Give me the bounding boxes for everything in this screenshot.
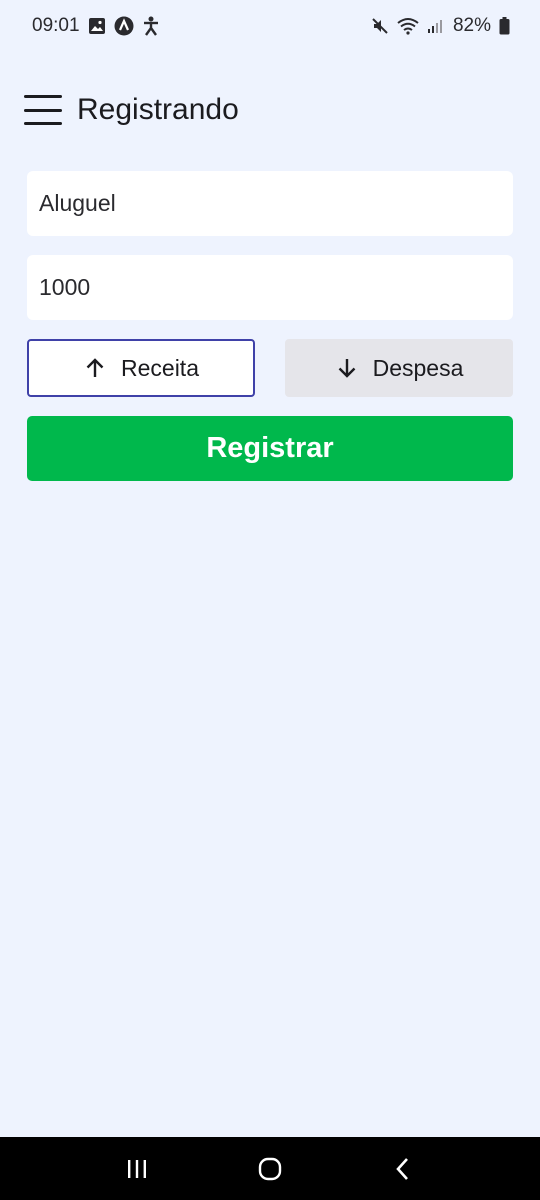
status-bar: 09:01 82% xyxy=(0,0,540,52)
screen: 09:01 82% Registrando Aluguel 1000 Recei… xyxy=(0,0,540,1200)
home-icon[interactable] xyxy=(240,1144,300,1194)
menu-icon[interactable] xyxy=(24,95,62,125)
image-icon xyxy=(88,17,106,35)
mute-icon xyxy=(371,17,389,35)
wifi-icon xyxy=(397,17,419,35)
battery-icon xyxy=(499,17,510,35)
status-right: 82% xyxy=(371,15,510,37)
income-type-label: Receita xyxy=(121,354,199,381)
status-left: 09:01 xyxy=(32,15,160,37)
amount-input[interactable] xyxy=(27,255,513,320)
accessibility-icon xyxy=(142,16,160,36)
arrow-up-icon xyxy=(83,356,107,380)
signal-icon xyxy=(427,18,443,34)
status-time: 09:01 xyxy=(32,15,80,36)
page-title: Registrando xyxy=(77,93,239,126)
battery-percent: 82% xyxy=(452,15,491,36)
expense-type-button[interactable]: Despesa xyxy=(285,339,513,397)
recent-apps-icon[interactable] xyxy=(107,1144,167,1194)
arrow-down-icon xyxy=(335,356,359,380)
app-logo-icon xyxy=(114,16,134,36)
expense-type-label: Despesa xyxy=(372,354,464,381)
description-input[interactable] xyxy=(27,171,513,236)
app-bar: Registrando xyxy=(0,78,540,142)
income-type-button[interactable]: Receita xyxy=(27,339,255,397)
back-icon[interactable] xyxy=(373,1144,433,1194)
register-button[interactable]: Registrar xyxy=(27,416,513,481)
system-nav-bar xyxy=(0,1137,540,1200)
